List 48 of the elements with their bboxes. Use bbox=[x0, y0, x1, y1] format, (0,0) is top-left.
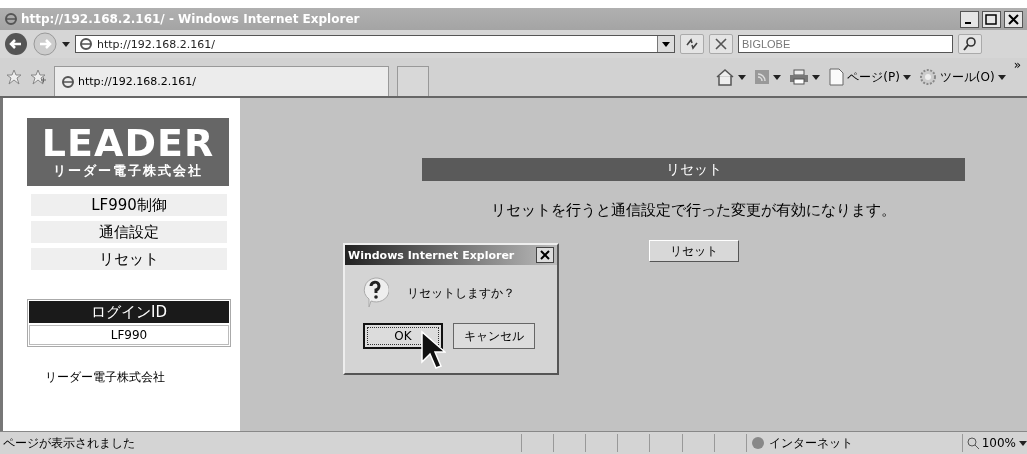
caret-icon[interactable] bbox=[812, 74, 821, 80]
maximize-icon[interactable] bbox=[982, 10, 1001, 28]
refresh-icon[interactable] bbox=[680, 34, 704, 54]
search-field[interactable]: BIGLOBE bbox=[738, 35, 953, 53]
printer-icon[interactable] bbox=[789, 69, 810, 85]
zoom-icon bbox=[966, 437, 979, 449]
browser-tab[interactable]: http://192.168.2.161/ bbox=[54, 66, 389, 96]
dialog-title: Windows Internet Explorer bbox=[348, 248, 515, 262]
close-icon[interactable] bbox=[536, 247, 554, 263]
gear-icon bbox=[918, 68, 937, 86]
caret-icon[interactable] bbox=[1019, 440, 1027, 446]
address-field[interactable]: http://192.168.2.161/ bbox=[75, 35, 675, 53]
menu-label[interactable]: ツール(O) bbox=[939, 68, 995, 86]
login-value: LF990 bbox=[29, 325, 229, 345]
back-icon[interactable] bbox=[4, 32, 28, 56]
minimize-icon[interactable] bbox=[960, 10, 979, 28]
forward-icon[interactable] bbox=[33, 32, 57, 56]
search-icon[interactable] bbox=[958, 34, 982, 54]
info-message: リセットを行うと通信設定で行った変更が有効になります。 bbox=[491, 201, 896, 220]
caret-icon[interactable] bbox=[62, 41, 70, 47]
pointer-icon bbox=[420, 330, 446, 370]
star-icon[interactable] bbox=[6, 69, 22, 85]
zone-label: インターネット bbox=[768, 434, 853, 452]
dialog-button[interactable]: OK bbox=[363, 323, 443, 349]
question-icon bbox=[361, 277, 389, 309]
reset-button[interactable]: リセット bbox=[648, 240, 739, 262]
caret-icon[interactable] bbox=[902, 74, 911, 80]
sidebar-item[interactable]: リセット bbox=[31, 248, 227, 270]
status-text: ページが表示されました bbox=[2, 434, 136, 452]
caret-icon[interactable] bbox=[773, 74, 782, 80]
dialog-button[interactable]: キャンセル bbox=[453, 323, 535, 349]
dropdown-icon[interactable] bbox=[657, 36, 674, 52]
overflow-chevron[interactable]: » bbox=[1013, 58, 1021, 72]
home-icon[interactable] bbox=[715, 68, 736, 86]
caret-icon[interactable] bbox=[738, 74, 747, 80]
menu-label[interactable]: ページ(P) bbox=[847, 68, 900, 86]
section-heading: リセット bbox=[422, 158, 965, 181]
zoom-level[interactable]: 100% bbox=[981, 436, 1016, 450]
window-title: http://192.168.2.161/ - Windows Internet Explorer bbox=[21, 12, 360, 26]
logo: LEADER リーダー電子株式会社 bbox=[27, 118, 229, 186]
caret-icon[interactable] bbox=[997, 74, 1006, 80]
star-add-icon[interactable] bbox=[30, 69, 46, 85]
login-label: ログインID bbox=[29, 301, 229, 323]
company-name: リーダー電子株式会社 bbox=[45, 369, 166, 386]
dialog-message: リセットしますか？ bbox=[407, 284, 515, 302]
close-icon[interactable] bbox=[1004, 10, 1023, 28]
sidebar-item[interactable]: 通信設定 bbox=[31, 221, 227, 243]
sidebar-item[interactable]: LF990制御 bbox=[31, 194, 227, 216]
